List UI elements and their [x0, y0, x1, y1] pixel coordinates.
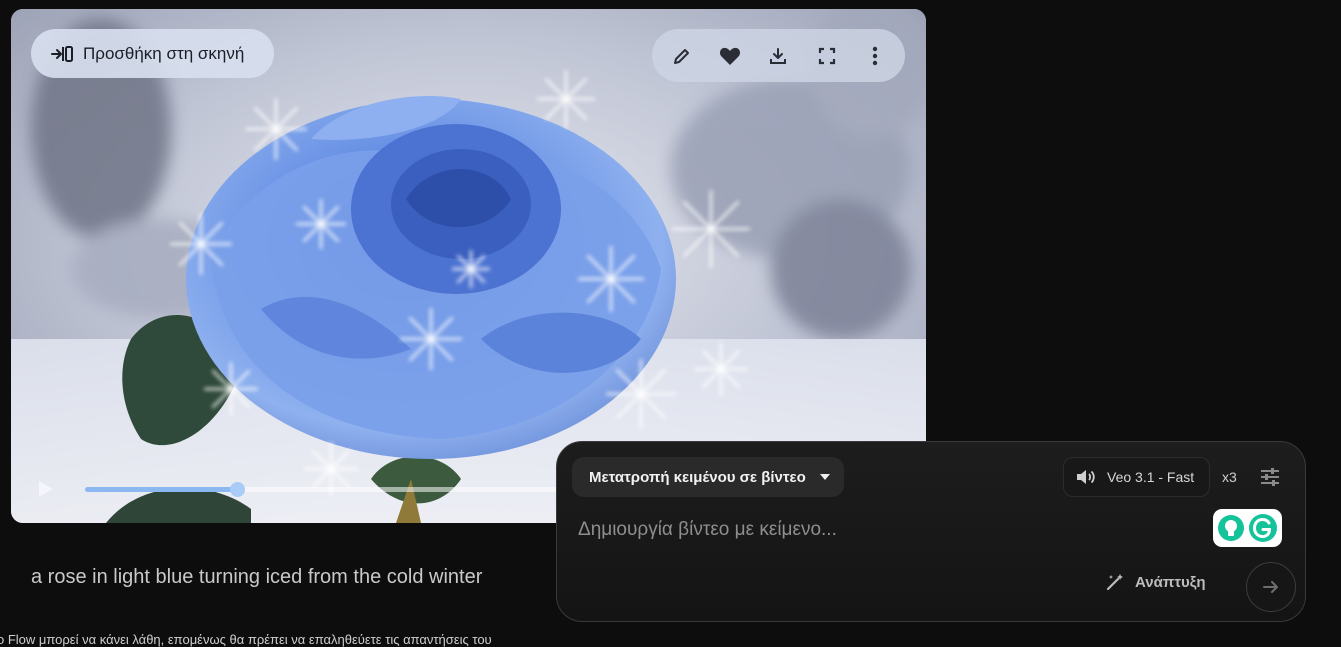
mode-dropdown[interactable]: Μετατροπή κειμένου σε βίντεο — [572, 457, 844, 497]
prompt-composer: Μετατροπή κειμένου σε βίντεο Veo 3.1 - F… — [556, 441, 1306, 622]
model-selector[interactable]: Veo 3.1 - Fast — [1063, 457, 1210, 497]
prompt-input[interactable] — [576, 514, 1200, 546]
prompt-caption: a rose in light blue turning iced from t… — [31, 566, 483, 588]
play-icon — [39, 481, 53, 497]
arrow-right-icon — [1263, 581, 1278, 593]
expand-button[interactable]: Ανάπτυξη — [1105, 572, 1206, 592]
more-vert-icon — [872, 46, 878, 65]
progress-track[interactable] — [85, 482, 575, 497]
expand-label: Ανάπτυξη — [1135, 573, 1206, 591]
favorite-button[interactable] — [713, 39, 747, 73]
add-to-scene-label: Προσθήκη στη σκηνή — [83, 43, 245, 63]
settings-button[interactable] — [1258, 465, 1282, 494]
download-icon — [770, 47, 787, 64]
more-options-button[interactable] — [858, 39, 892, 73]
player-controls — [37, 477, 577, 501]
lightbulb-icon — [1218, 515, 1244, 541]
add-to-scene-icon — [51, 45, 73, 62]
add-to-scene-button[interactable]: Προσθήκη στη σκηνή — [31, 29, 275, 78]
mode-label: Μετατροπή κειμένου σε βίντεο — [589, 468, 806, 486]
model-label: Veo 3.1 - Fast — [1107, 469, 1195, 485]
send-button[interactable] — [1246, 562, 1296, 612]
disclaimer-text: o Flow μπορεί να κάνει λάθη, επομένως θα… — [0, 632, 492, 647]
video-toolbar — [652, 29, 905, 82]
caret-down-icon — [819, 474, 830, 480]
play-button[interactable] — [37, 479, 55, 504]
progress-handle[interactable] — [229, 482, 245, 497]
volume-icon — [1077, 470, 1095, 484]
edit-icon — [674, 48, 690, 64]
output-count[interactable]: x3 — [1222, 469, 1237, 485]
heart-icon — [720, 47, 741, 65]
download-button[interactable] — [761, 39, 795, 73]
grammarly-widget[interactable] — [1213, 509, 1282, 547]
tune-icon — [1261, 468, 1279, 486]
grammarly-icon — [1249, 514, 1277, 542]
fullscreen-icon — [818, 47, 835, 64]
progress-fill — [85, 487, 237, 492]
edit-button[interactable] — [665, 39, 699, 73]
magic-wand-icon — [1106, 574, 1123, 591]
fullscreen-button[interactable] — [810, 39, 844, 73]
